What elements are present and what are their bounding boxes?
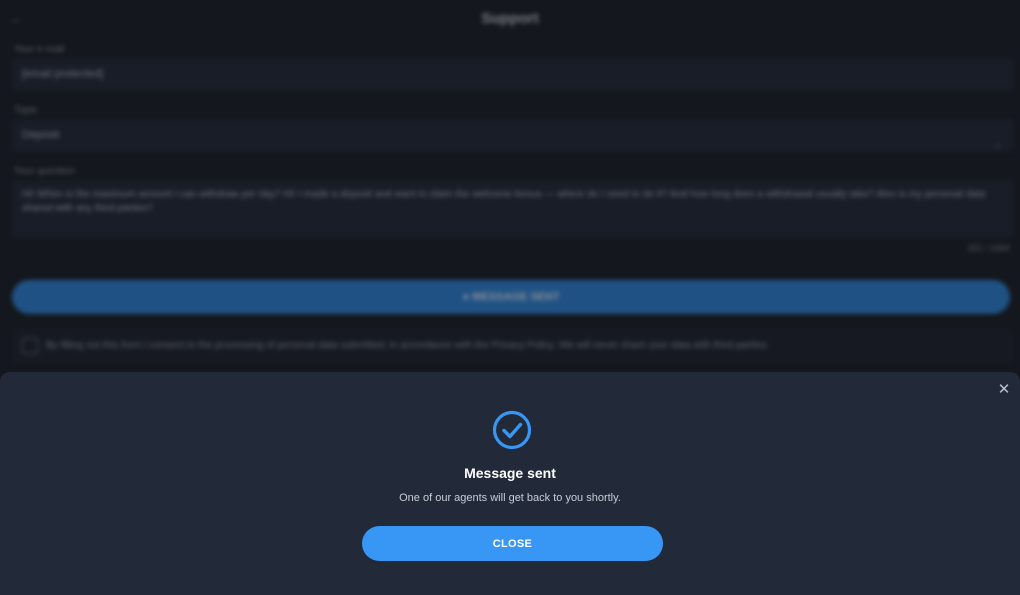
send-button[interactable]: ● MESSAGE SENT [12, 280, 1010, 314]
consent-box: By filling out this form I consent to th… [12, 328, 1014, 364]
topic-label: Topic [14, 105, 38, 116]
modal-message: One of our agents will get back to you s… [399, 492, 621, 504]
consent-checkbox[interactable] [22, 338, 38, 354]
question-value: Hi! When is the maximum amount I can wit… [22, 189, 986, 214]
chevron-down-icon: ⌄ [993, 139, 1002, 150]
close-button[interactable]: CLOSE [362, 526, 663, 561]
consent-text: By filling out this form I consent to th… [46, 340, 769, 351]
email-label: Your e-mail [14, 44, 65, 55]
message-sent-modal: ✕ Message sent One of our agents will ge… [0, 372, 1020, 595]
send-icon: ● [462, 291, 473, 303]
check-circle-icon [492, 410, 532, 450]
topic-value: Deposit [22, 129, 60, 141]
character-counter: 221 / 1000 [967, 243, 1010, 253]
email-field[interactable]: [email protected] [12, 58, 1014, 91]
question-textarea[interactable]: Hi! When is the maximum amount I can wit… [12, 180, 1014, 238]
send-label: MESSAGE SENT [472, 291, 560, 303]
topic-select[interactable]: Deposit ⌄ [12, 119, 1014, 152]
email-value: [email protected] [22, 68, 104, 80]
modal-title: Message sent [464, 465, 556, 481]
close-icon[interactable]: ✕ [996, 382, 1012, 398]
question-label: Your question [14, 166, 75, 177]
page-title: Support [481, 10, 539, 27]
